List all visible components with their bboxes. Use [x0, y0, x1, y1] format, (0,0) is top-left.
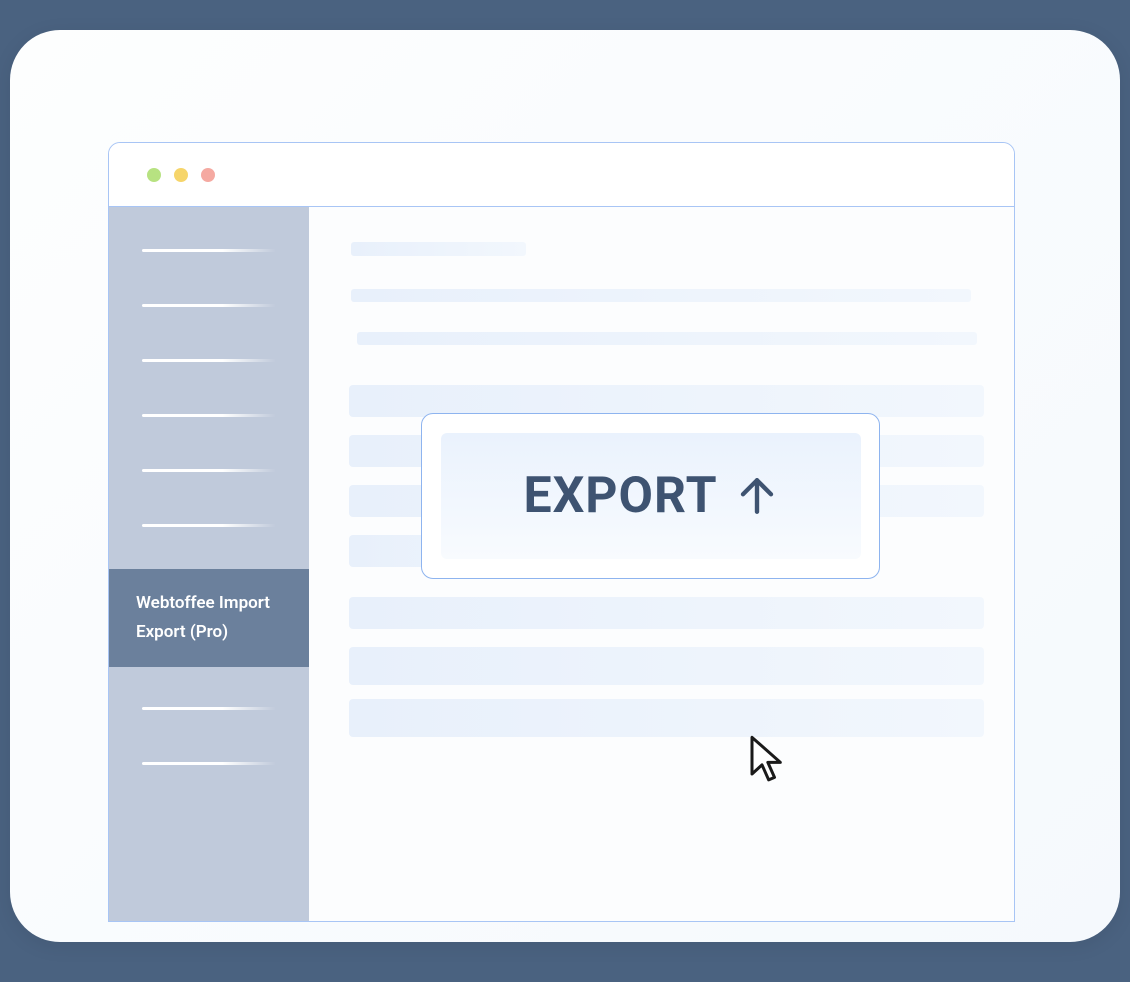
sidebar-item-placeholder[interactable] — [142, 762, 276, 765]
sidebar-item-placeholder[interactable] — [142, 304, 276, 307]
minimize-button-icon[interactable] — [147, 168, 161, 182]
sidebar-item-webtoffee-import-export[interactable]: Webtoffee Import Export (Pro) — [109, 569, 309, 667]
outer-card: Webtoffee Import Export (Pro) — [10, 30, 1120, 942]
content-line-placeholder — [357, 332, 977, 345]
sidebar-item-placeholder[interactable] — [142, 469, 276, 472]
sidebar-active-label: Webtoffee Import Export (Pro) — [136, 593, 270, 642]
content-block-placeholder — [349, 699, 984, 737]
export-button[interactable]: EXPORT — [441, 433, 861, 559]
maximize-button-icon[interactable] — [174, 168, 188, 182]
window-title-bar — [109, 143, 1014, 207]
content-line-placeholder — [351, 289, 971, 302]
close-button-icon[interactable] — [201, 168, 215, 182]
content-heading-placeholder — [351, 242, 526, 256]
window-body: Webtoffee Import Export (Pro) — [109, 207, 1014, 921]
sidebar-item-placeholder[interactable] — [142, 707, 276, 710]
sidebar-item-placeholder[interactable] — [142, 359, 276, 362]
cursor-pointer-icon — [747, 733, 787, 785]
content-area: EXPORT — [309, 207, 1014, 921]
content-block-placeholder — [349, 647, 984, 685]
content-block-placeholder — [349, 597, 984, 629]
export-button-label: EXPORT — [523, 467, 717, 525]
sidebar-item-placeholder[interactable] — [142, 414, 276, 417]
sidebar-item-placeholder[interactable] — [142, 524, 276, 527]
sidebar-item-placeholder[interactable] — [142, 249, 276, 252]
arrow-up-icon — [736, 475, 778, 517]
sidebar: Webtoffee Import Export (Pro) — [109, 207, 309, 921]
browser-window: Webtoffee Import Export (Pro) — [108, 142, 1015, 922]
export-button-frame: EXPORT — [421, 413, 880, 579]
